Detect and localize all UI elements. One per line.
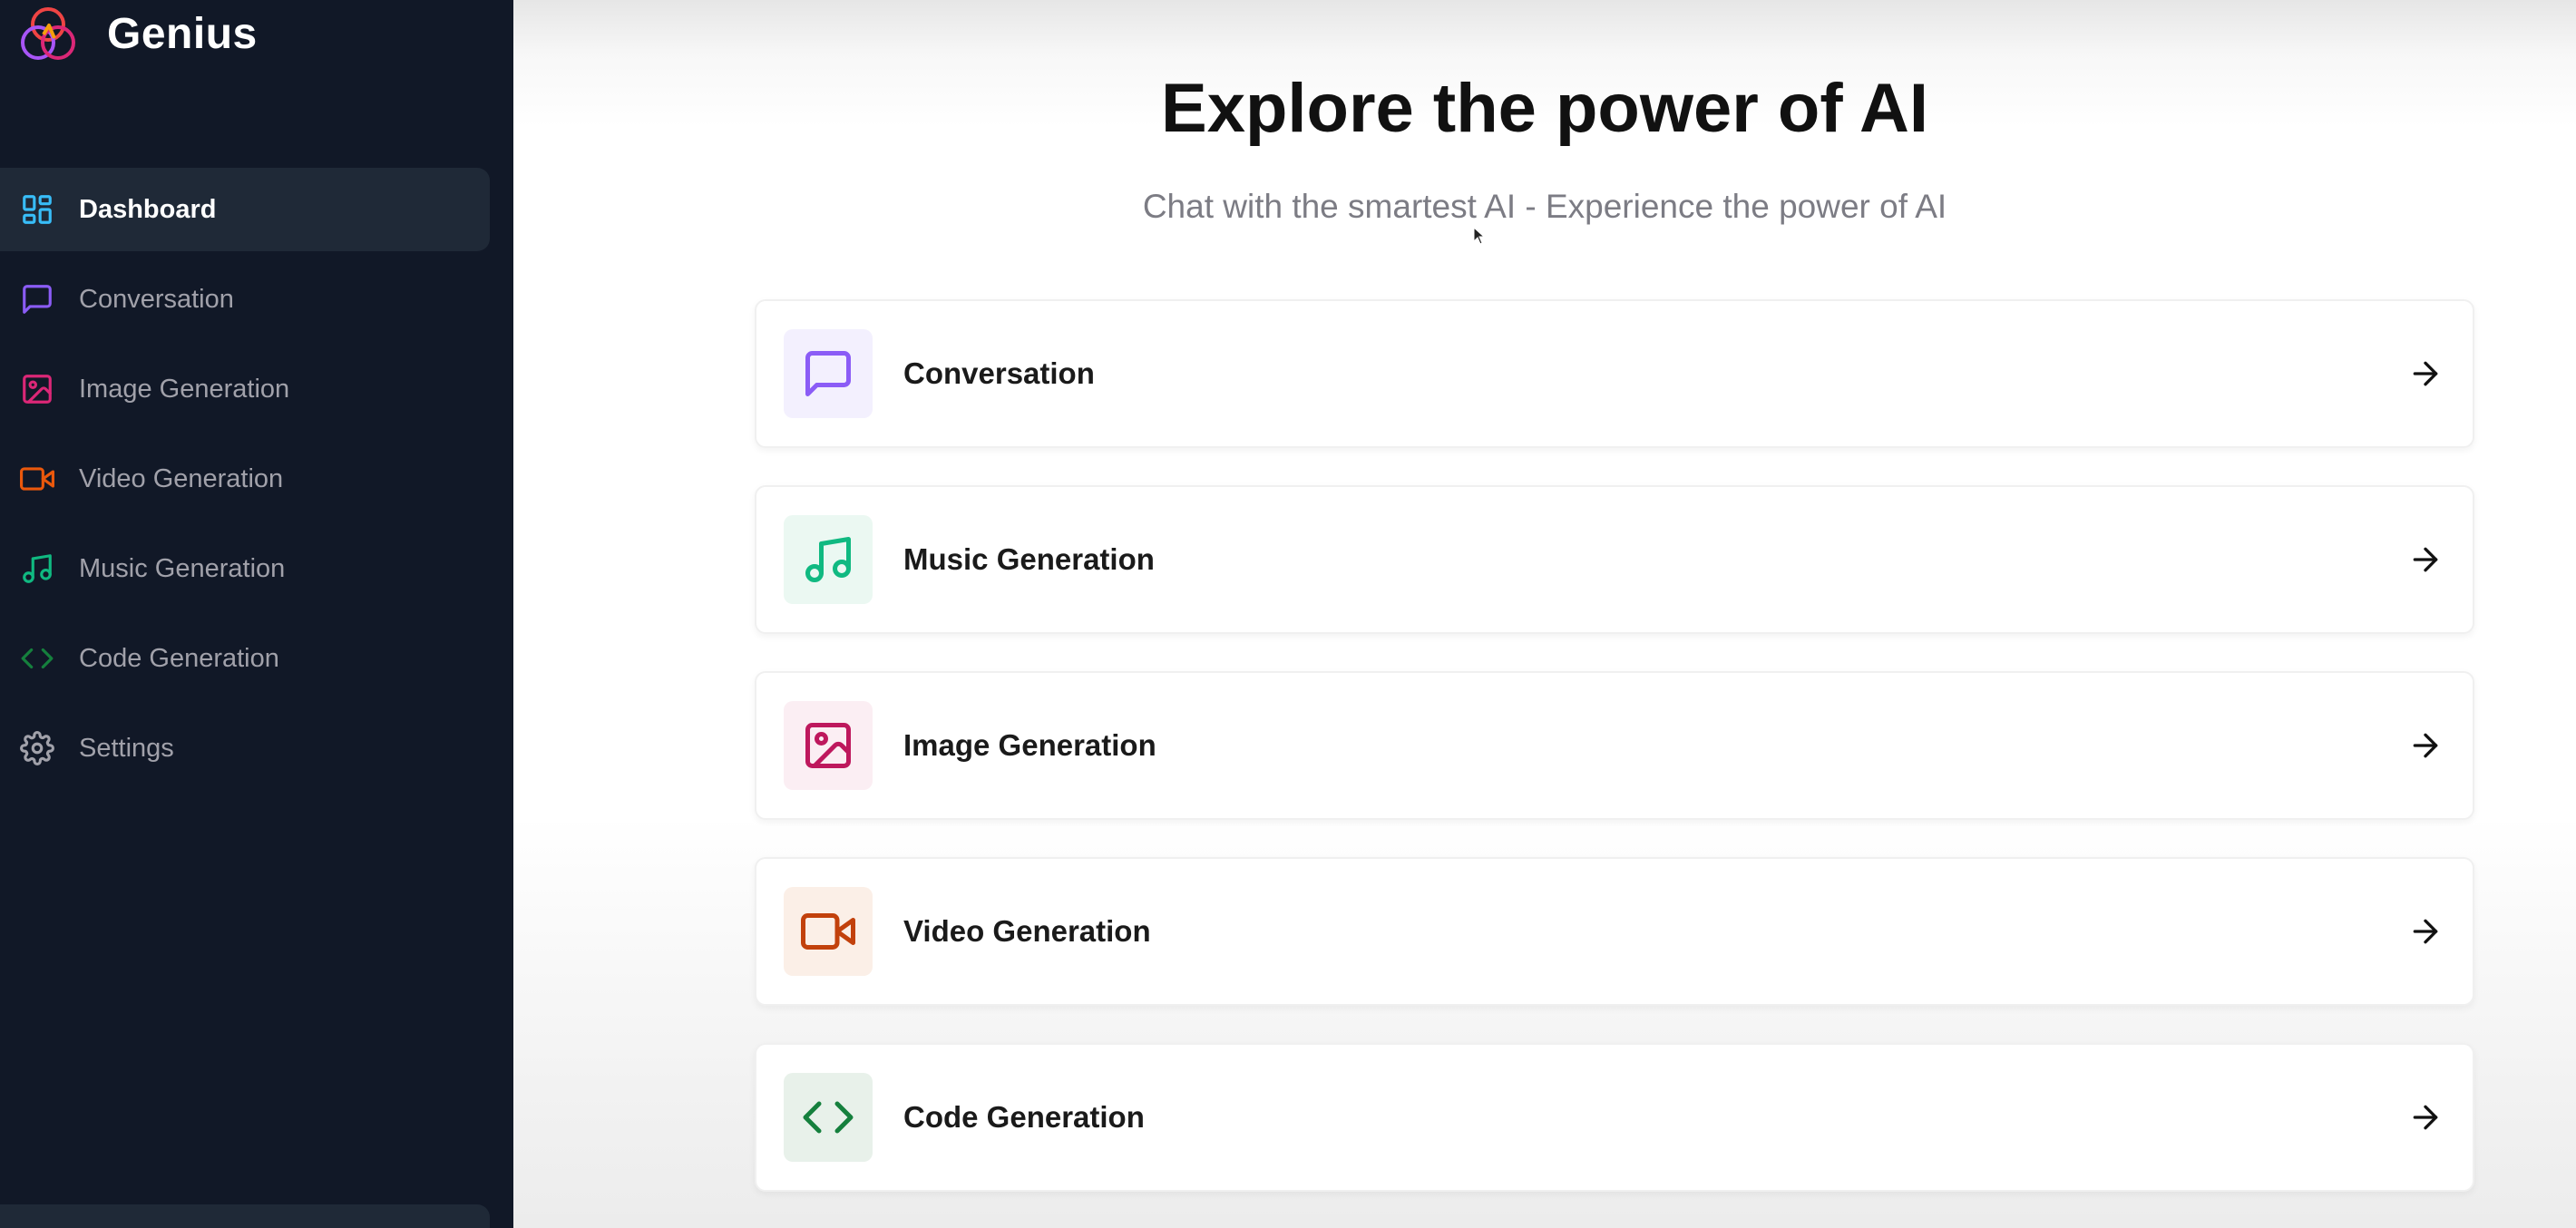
arrow-right-icon bbox=[2407, 913, 2444, 950]
tool-card-code-generation[interactable]: Code Generation bbox=[755, 1043, 2474, 1192]
video-icon bbox=[801, 913, 855, 950]
card-icon-box bbox=[784, 1073, 873, 1162]
page-title: Explore the power of AI bbox=[1161, 70, 1928, 147]
arrow-right-icon bbox=[2407, 356, 2444, 392]
card-icon-box bbox=[784, 329, 873, 418]
tool-card-image-generation[interactable]: Image Generation bbox=[755, 671, 2474, 820]
sidebar: Genius Dashboard Conversation Image Gene… bbox=[0, 0, 513, 1228]
sidebar-item-dashboard[interactable]: Dashboard bbox=[0, 168, 490, 251]
arrow-right-icon bbox=[2407, 727, 2444, 764]
arrow-right-icon bbox=[2407, 1099, 2444, 1135]
sidebar-item-image-generation[interactable]: Image Generation bbox=[0, 347, 490, 431]
sidebar-nav: Dashboard Conversation Image Generation … bbox=[0, 168, 490, 796]
sidebar-item-label: Image Generation bbox=[79, 374, 290, 404]
sidebar-item-label: Video Generation bbox=[79, 463, 284, 493]
card-icon-box bbox=[784, 701, 873, 790]
code-icon bbox=[803, 1101, 854, 1134]
genius-logo-icon bbox=[21, 7, 75, 60]
sidebar-item-music-generation[interactable]: Music Generation bbox=[0, 527, 490, 610]
tool-card-list: Conversation Music Generation Image Gene… bbox=[755, 299, 2474, 1228]
card-label: Image Generation bbox=[903, 728, 1156, 762]
arrow-right-icon bbox=[2407, 541, 2444, 578]
sidebar-item-label: Dashboard bbox=[79, 194, 217, 224]
card-icon-box bbox=[784, 887, 873, 976]
app-window: Genius Dashboard Conversation Image Gene… bbox=[0, 0, 2576, 1228]
card-icon-box bbox=[784, 515, 873, 604]
sidebar-item-label: Code Generation bbox=[79, 643, 279, 673]
music-icon bbox=[805, 537, 851, 582]
message-square-icon bbox=[19, 281, 55, 317]
code-icon bbox=[19, 640, 55, 677]
sidebar-item-settings[interactable]: Settings bbox=[0, 707, 490, 790]
card-label: Code Generation bbox=[903, 1100, 1145, 1134]
sidebar-item-label: Music Generation bbox=[79, 553, 286, 583]
layout-dashboard-icon bbox=[19, 191, 55, 228]
tool-card-video-generation[interactable]: Video Generation bbox=[755, 857, 2474, 1006]
message-square-icon bbox=[805, 351, 851, 396]
card-label: Video Generation bbox=[903, 914, 1151, 948]
card-label: Music Generation bbox=[903, 542, 1155, 576]
sidebar-footer bbox=[0, 1204, 490, 1228]
mouse-cursor-icon bbox=[1473, 227, 1486, 245]
sidebar-item-conversation[interactable]: Conversation bbox=[0, 258, 490, 341]
image-icon bbox=[805, 723, 851, 768]
app-name: Genius bbox=[107, 9, 258, 58]
sidebar-item-label: Conversation bbox=[79, 284, 234, 314]
brand[interactable]: Genius bbox=[16, 2, 258, 65]
card-label: Conversation bbox=[903, 356, 1095, 390]
video-icon bbox=[19, 461, 55, 497]
sidebar-item-code-generation[interactable]: Code Generation bbox=[0, 617, 490, 700]
main-content: Explore the power of AI Chat with the sm… bbox=[513, 0, 2576, 1228]
settings-icon bbox=[19, 730, 55, 766]
sidebar-item-label: Settings bbox=[79, 733, 174, 763]
image-icon bbox=[19, 371, 55, 407]
tool-card-music-generation[interactable]: Music Generation bbox=[755, 485, 2474, 634]
tool-card-conversation[interactable]: Conversation bbox=[755, 299, 2474, 448]
sidebar-item-video-generation[interactable]: Video Generation bbox=[0, 437, 490, 521]
page-subtitle: Chat with the smartest AI - Experience t… bbox=[1142, 188, 1947, 225]
music-icon bbox=[19, 551, 55, 587]
